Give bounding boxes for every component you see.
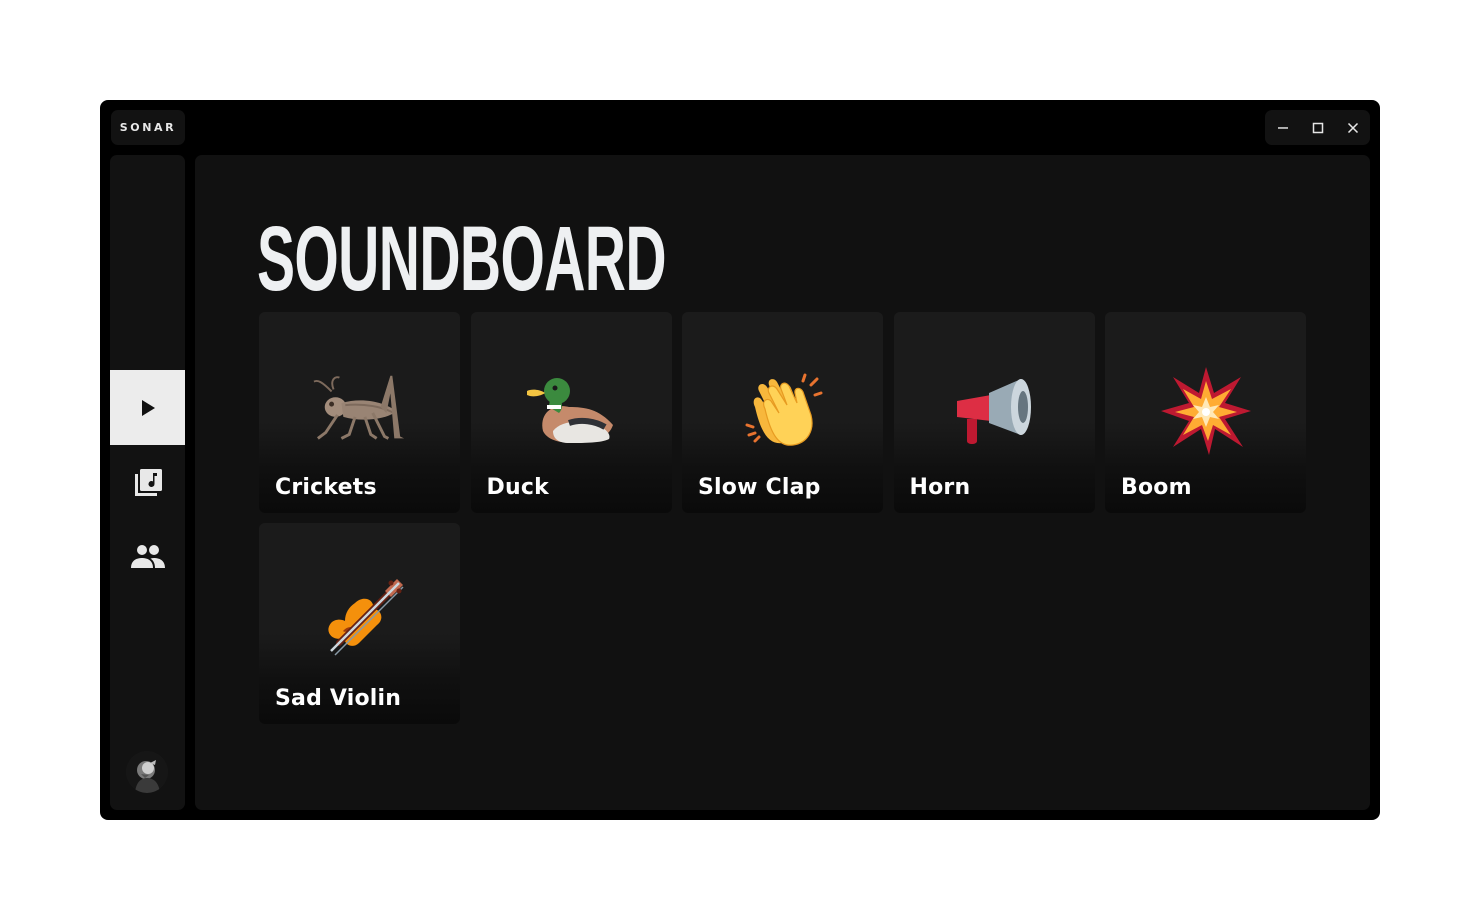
cricket-icon <box>312 370 408 450</box>
maximize-icon <box>1312 122 1323 133</box>
sound-label: Horn <box>909 475 971 500</box>
sound-label: Crickets <box>275 475 377 500</box>
sound-card-boom[interactable]: Boom <box>1105 312 1306 513</box>
play-icon <box>141 399 155 416</box>
page-title: SOUNDBOARD <box>257 208 667 310</box>
maximize-button[interactable] <box>1300 110 1335 145</box>
sound-card-sad-violin[interactable]: Sad Violin <box>259 523 460 724</box>
duck-icon <box>523 370 619 450</box>
sound-label: Boom <box>1121 475 1192 500</box>
sidebar <box>110 155 185 810</box>
minimize-icon <box>1277 126 1288 129</box>
window-controls <box>1265 110 1370 145</box>
main-panel: SOUNDBOARD Crickets Duck Slow Clap Horn … <box>195 155 1370 810</box>
avatar[interactable] <box>126 751 168 793</box>
sound-label: Duck <box>486 475 549 500</box>
sound-card-horn[interactable]: Horn <box>893 312 1095 513</box>
sound-label: Slow Clap <box>698 475 821 500</box>
user-photo <box>126 751 168 793</box>
megaphone-icon <box>946 370 1042 450</box>
close-button[interactable] <box>1335 110 1370 145</box>
sidebar-item-soundboard[interactable] <box>110 370 185 445</box>
close-icon <box>1347 122 1358 133</box>
minimize-button[interactable] <box>1265 110 1300 145</box>
music-library-icon <box>134 468 162 496</box>
sidebar-item-music-library[interactable] <box>110 445 185 520</box>
sound-card-duck[interactable]: Duck <box>470 312 672 513</box>
explosion-icon <box>1158 367 1254 455</box>
sound-label: Sad Violin <box>275 686 402 711</box>
clapping-hands-icon <box>735 370 831 450</box>
app-brand: SONAR <box>111 110 185 145</box>
sidebar-item-people[interactable] <box>110 519 185 594</box>
violin-icon <box>312 579 408 661</box>
sound-card-slow-clap[interactable]: Slow Clap <box>682 312 883 513</box>
app-window: SONAR SOUNDBOARD Crickets Duck Slow Clap… <box>100 100 1380 820</box>
sound-card-crickets[interactable]: Crickets <box>259 312 460 513</box>
sound-grid: Crickets Duck Slow Clap Horn Boom Sad Vi… <box>259 312 1306 724</box>
people-icon <box>130 544 165 568</box>
